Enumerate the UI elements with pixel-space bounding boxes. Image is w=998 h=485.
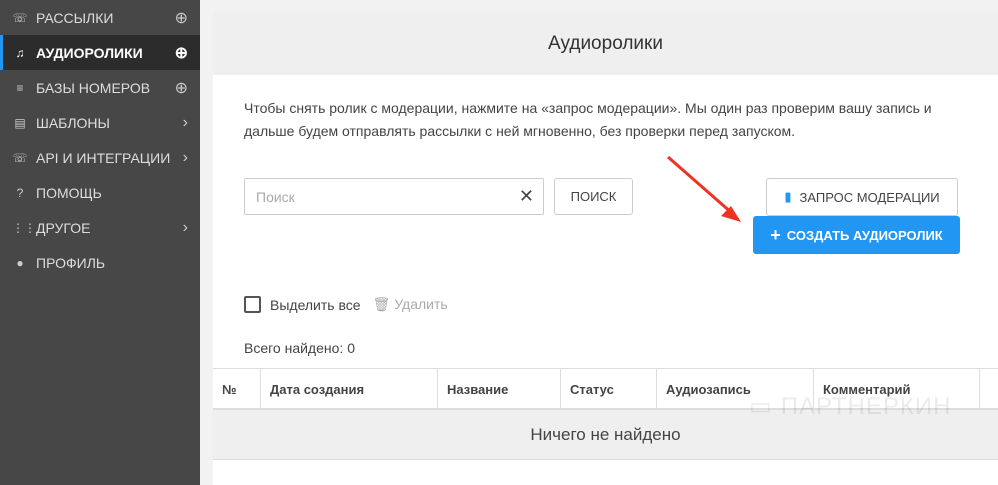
add-circle-icon[interactable]: ⊕	[175, 78, 188, 98]
create-label: СОЗДАТЬ АУДИОРОЛИК	[786, 227, 943, 243]
question-icon: ?	[16, 185, 24, 200]
phone-forward-icon: ☏	[12, 150, 28, 165]
trash-icon: 🗑	[372, 296, 391, 312]
col-name[interactable]: Название	[438, 369, 561, 408]
chat-icon: ▭	[749, 393, 773, 420]
col-number[interactable]: №	[213, 369, 261, 408]
red-arrow-icon	[667, 155, 741, 222]
add-circle-icon[interactable]: ⊕	[175, 43, 188, 63]
sidebar-item-4[interactable]: ☏ API И ИНТЕГРАЦИИ ›	[0, 140, 200, 175]
bulk-actions: Выделить все 🗑 Удалить	[244, 296, 448, 313]
sidebar-item-label: ПОМОЩЬ	[36, 184, 102, 201]
select-all-checkbox[interactable]	[244, 296, 261, 313]
moderation-label: ЗАПРОС МОДЕРАЦИИ	[799, 189, 940, 205]
phone-icon: ☏	[12, 10, 28, 25]
sidebar-item-label: ПРОФИЛЬ	[36, 254, 106, 271]
total-count: Всего найдено: 0	[244, 340, 355, 356]
sidebar-item-7[interactable]: ● ПРОФИЛЬ	[0, 245, 200, 280]
sidebar: ☏ РАССЫЛКИ ⊕ ♫ АУДИОРОЛИКИ ⊕ ≡ БАЗЫ НОМЕРОВ ⊕ ▤ ША…	[0, 0, 200, 485]
sidebar-item-0[interactable]: ☏ РАССЫЛКИ ⊕	[0, 0, 200, 35]
page-title: Аудиоролики	[213, 12, 998, 75]
sidebar-item-1[interactable]: ♫ АУДИОРОЛИКИ ⊕	[0, 35, 200, 70]
search-button[interactable]: ПОИСК	[554, 178, 633, 215]
search-placeholder: Поиск	[256, 189, 295, 205]
music-note-icon: ♫	[15, 45, 25, 60]
sidebar-item-label: API И ИНТЕГРАЦИИ	[36, 149, 171, 166]
moderation-request-button[interactable]: ▮ ЗАПРОС МОДЕРАЦИИ	[766, 178, 958, 216]
col-status[interactable]: Статус	[561, 369, 657, 408]
grid-icon: ⋮⋮	[12, 220, 36, 235]
sidebar-item-2[interactable]: ≡ БАЗЫ НОМЕРОВ ⊕	[0, 70, 200, 105]
sidebar-item-6[interactable]: ⋮⋮ ДРУГОЕ ›	[0, 210, 200, 245]
user-icon: ●	[16, 255, 24, 270]
clear-icon[interactable]: ✕	[519, 186, 534, 207]
chevron-right-icon[interactable]: ›	[183, 114, 188, 132]
sidebar-item-label: ДРУГОЕ	[36, 219, 91, 236]
delete-label: Удалить	[394, 296, 448, 312]
sidebar-item-label: БАЗЫ НОМЕРОВ	[36, 79, 151, 96]
search-input[interactable]: Поиск ✕	[244, 178, 544, 215]
delete-button[interactable]: 🗑 Удалить	[373, 296, 448, 313]
sidebar-item-5[interactable]: ? ПОМОЩЬ	[0, 175, 200, 210]
sidebar-item-label: ШАБЛОНЫ	[36, 114, 110, 131]
sidebar-item-label: АУДИОРОЛИКИ	[36, 44, 143, 61]
moderation-note: Чтобы снять ролик с модерации, нажмите н…	[244, 100, 932, 139]
watermark-text: ПАРТНЕРКИН	[780, 392, 952, 420]
watermark: ▭ ПАРТНЕРКИН	[749, 392, 951, 421]
main-card: Аудиоролики Чтобы снять ролик с модераци…	[213, 12, 998, 485]
database-icon: ≡	[16, 80, 24, 95]
sidebar-item-label: РАССЫЛКИ	[36, 9, 114, 26]
col-date[interactable]: Дата создания	[261, 369, 438, 408]
create-audio-button[interactable]: + СОЗДАТЬ АУДИОРОЛИК	[753, 216, 960, 254]
plus-icon: +	[770, 224, 781, 245]
sidebar-item-3[interactable]: ▤ ШАБЛОНЫ ›	[0, 105, 200, 140]
select-all-label[interactable]: Выделить все	[270, 297, 361, 313]
document-icon: ▤	[14, 115, 26, 130]
bookmark-music-icon: ▮	[784, 189, 792, 204]
chevron-right-icon[interactable]: ›	[183, 149, 188, 167]
chevron-right-icon[interactable]: ›	[183, 219, 188, 237]
add-circle-icon[interactable]: ⊕	[175, 8, 188, 28]
